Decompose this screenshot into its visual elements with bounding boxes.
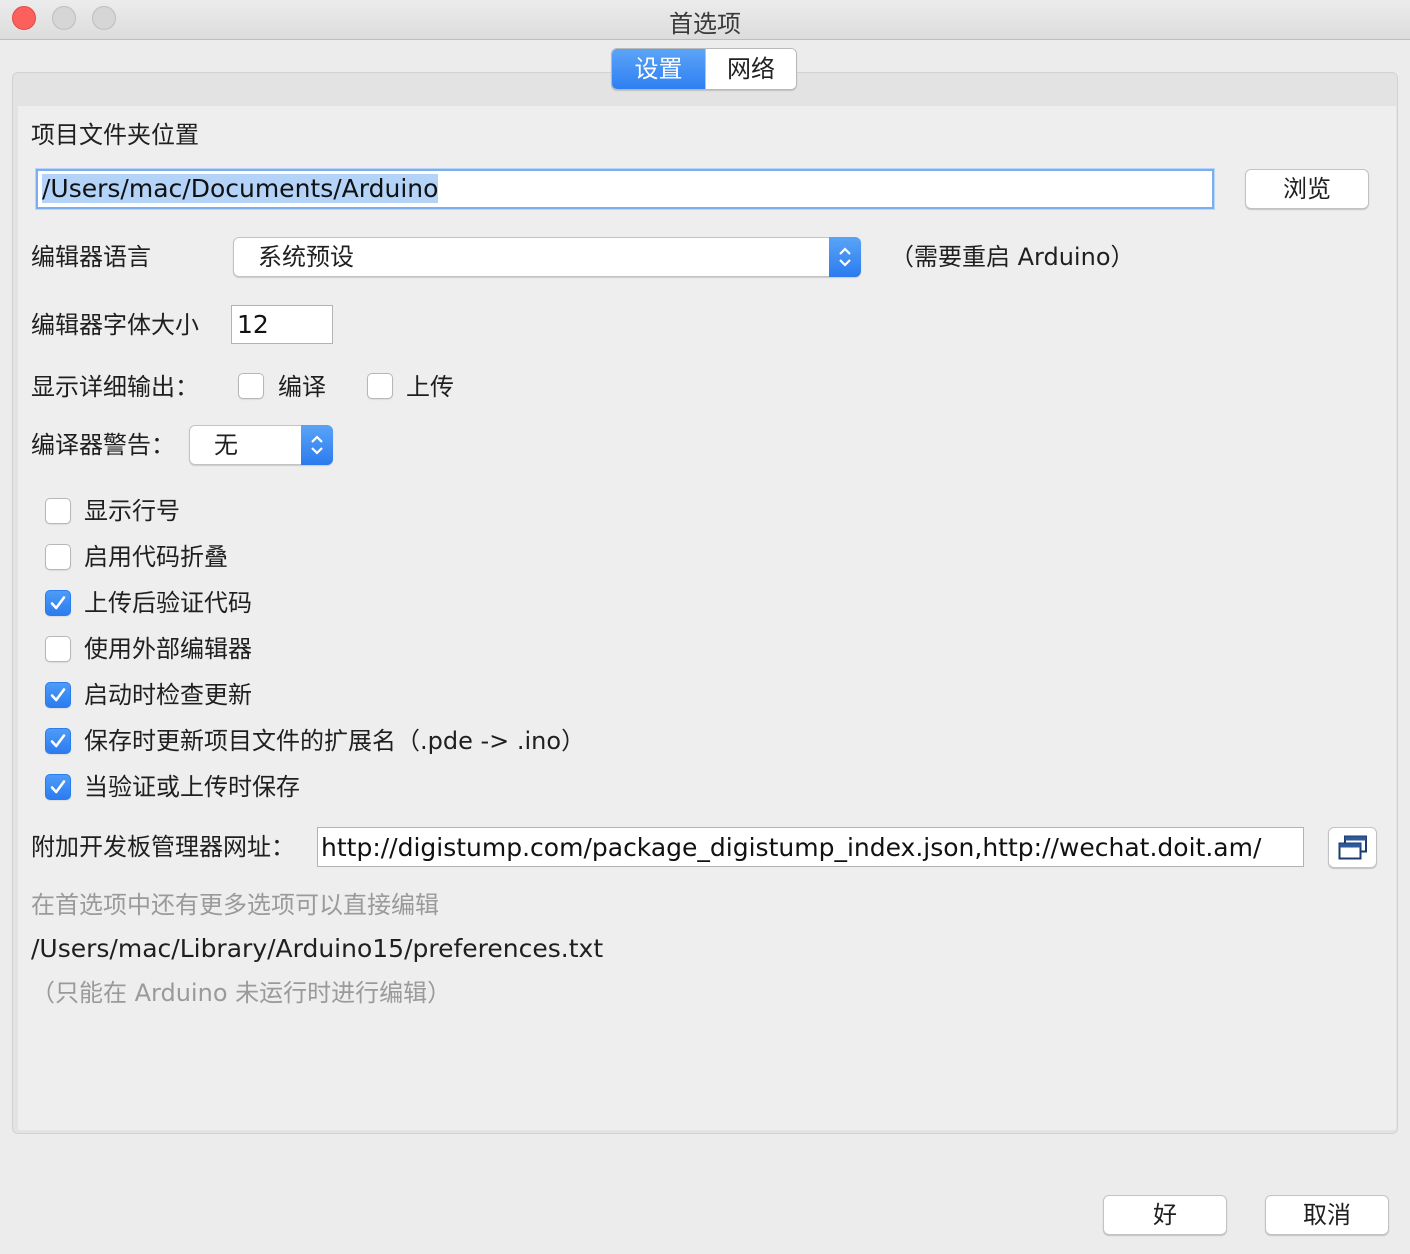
font-size-input[interactable] — [231, 305, 333, 344]
editor-language-select[interactable]: 系统预设 — [233, 237, 861, 277]
external-editor-label: 使用外部编辑器 — [84, 635, 252, 663]
checkmark-icon — [50, 734, 66, 748]
chevron-up-down-icon — [301, 425, 333, 465]
compiler-warnings-label: 编译器警告： — [31, 431, 175, 459]
restart-note: （需要重启 Arduino） — [890, 243, 1135, 271]
sketchbook-location-value: /Users/mac/Documents/Arduino — [42, 174, 439, 203]
verbose-compile-label: 编译 — [278, 373, 326, 401]
chevron-up-down-icon — [829, 237, 861, 277]
cancel-button[interactable]: 取消 — [1265, 1195, 1389, 1235]
sketchbook-location-label: 项目文件夹位置 — [31, 121, 199, 149]
verify-after-upload-label: 上传后验证代码 — [84, 589, 252, 617]
checkmark-icon — [50, 688, 66, 702]
board-manager-urls-edit-button[interactable] — [1328, 827, 1377, 868]
verbose-output-label: 显示详细输出： — [31, 373, 199, 401]
checkmark-icon — [50, 780, 66, 794]
preferences-file-path[interactable]: /Users/mac/Library/Arduino15/preferences… — [31, 934, 603, 964]
more-preferences-hint: 在首选项中还有更多选项可以直接编辑 — [31, 891, 439, 919]
show-line-numbers-label: 显示行号 — [84, 497, 180, 525]
window-stack-icon — [1338, 835, 1367, 860]
check-updates-label: 启动时检查更新 — [84, 681, 252, 709]
verbose-compile-checkbox[interactable] — [238, 373, 264, 399]
compiler-warnings-value: 无 — [214, 431, 238, 459]
show-line-numbers-checkbox[interactable] — [45, 498, 71, 524]
save-on-verify-label: 当验证或上传时保存 — [84, 773, 300, 801]
ok-button[interactable]: 好 — [1103, 1195, 1227, 1235]
sketchbook-location-input[interactable]: /Users/mac/Documents/Arduino — [36, 169, 1214, 209]
edit-only-when-closed-note: （只能在 Arduino 未运行时进行编辑） — [31, 979, 452, 1007]
verbose-upload-checkbox[interactable] — [367, 373, 393, 399]
code-folding-label: 启用代码折叠 — [84, 543, 228, 571]
window-title: 首选项 — [669, 10, 741, 38]
board-manager-urls-label: 附加开发板管理器网址： — [31, 833, 295, 861]
editor-language-label: 编辑器语言 — [31, 243, 151, 271]
browse-button[interactable]: 浏览 — [1245, 169, 1369, 209]
update-extension-checkbox[interactable] — [45, 728, 71, 754]
check-updates-checkbox[interactable] — [45, 682, 71, 708]
board-manager-urls-input[interactable] — [317, 827, 1304, 867]
code-folding-checkbox[interactable] — [45, 544, 71, 570]
font-size-label: 编辑器字体大小 — [31, 311, 199, 339]
checkmark-icon — [50, 596, 66, 610]
editor-language-value: 系统预设 — [258, 243, 354, 271]
update-extension-label: 保存时更新项目文件的扩展名（.pde -> .ino） — [84, 727, 586, 755]
tab-settings[interactable]: 设置 — [612, 49, 705, 89]
save-on-verify-checkbox[interactable] — [45, 774, 71, 800]
tab-network[interactable]: 网络 — [705, 49, 796, 89]
verbose-upload-label: 上传 — [406, 373, 454, 401]
compiler-warnings-select[interactable]: 无 — [189, 425, 333, 465]
verify-after-upload-checkbox[interactable] — [45, 590, 71, 616]
tab-bar: 设置 网络 — [611, 48, 797, 90]
title-bar: 首选项 — [0, 0, 1410, 40]
external-editor-checkbox[interactable] — [45, 636, 71, 662]
